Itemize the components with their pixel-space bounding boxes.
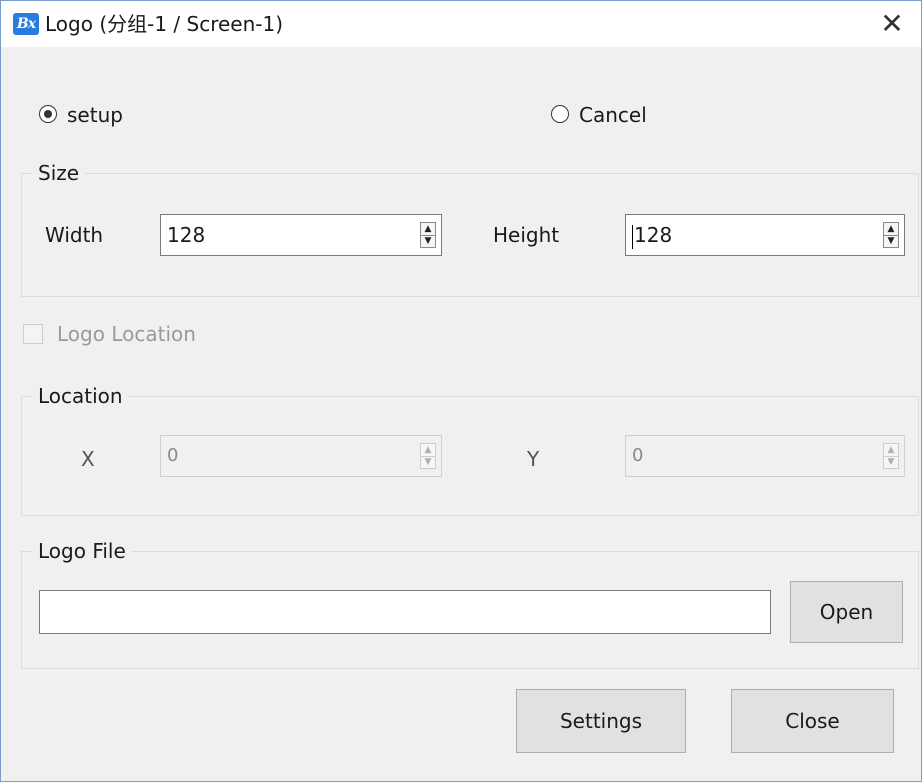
height-spin-buttons[interactable]: ▲ ▼ (883, 222, 899, 248)
setup-radio-label: setup (67, 103, 123, 127)
logo-file-path-input[interactable] (39, 590, 771, 634)
close-window-icon[interactable]: ✕ (877, 9, 907, 39)
size-group-title: Size (32, 160, 86, 186)
window-title: Logo (分组-1 / Screen-1) (45, 12, 284, 36)
width-spinbox[interactable]: 128 ▲ ▼ (160, 214, 442, 256)
y-spinbox[interactable]: 0 ▲ ▼ (625, 435, 905, 477)
logo-location-checkbox[interactable] (23, 324, 43, 344)
x-spin-buttons[interactable]: ▲ ▼ (420, 443, 436, 469)
height-value[interactable]: 128 (632, 215, 672, 255)
settings-button[interactable]: Settings (516, 689, 686, 753)
open-button[interactable]: Open (790, 581, 903, 643)
cancel-radio-label: Cancel (579, 103, 647, 127)
width-spin-buttons[interactable]: ▲ ▼ (420, 222, 436, 248)
y-label: Y (527, 447, 540, 471)
width-value[interactable]: 128 (167, 215, 205, 255)
x-value[interactable]: 0 (167, 436, 178, 476)
y-value[interactable]: 0 (632, 436, 643, 476)
close-button[interactable]: Close (731, 689, 894, 753)
text-caret (632, 224, 633, 249)
height-label: Height (493, 223, 560, 247)
radio-unchecked-icon[interactable] (551, 105, 569, 123)
logo-dialog: Bx Logo (分组-1 / Screen-1) ✕ setup Cancel… (0, 0, 922, 782)
radio-checked-icon[interactable] (39, 105, 57, 123)
logo-location-label: Logo Location (57, 322, 196, 346)
x-label: X (81, 447, 95, 471)
spin-down-icon[interactable]: ▼ (884, 456, 898, 468)
width-label: Width (45, 223, 104, 247)
title-bar: Bx Logo (分组-1 / Screen-1) ✕ (1, 1, 921, 47)
height-value-text: 128 (634, 223, 673, 247)
height-spinbox[interactable]: 128 ▲ ▼ (625, 214, 905, 256)
x-spinbox[interactable]: 0 ▲ ▼ (160, 435, 442, 477)
spin-down-icon[interactable]: ▼ (421, 456, 435, 468)
spin-down-icon[interactable]: ▼ (421, 235, 435, 247)
y-spin-buttons[interactable]: ▲ ▼ (883, 443, 899, 469)
app-logo-icon: Bx (13, 13, 39, 35)
spin-down-icon[interactable]: ▼ (884, 235, 898, 247)
location-group-title: Location (32, 383, 129, 409)
logo-file-group-title: Logo File (32, 538, 132, 564)
